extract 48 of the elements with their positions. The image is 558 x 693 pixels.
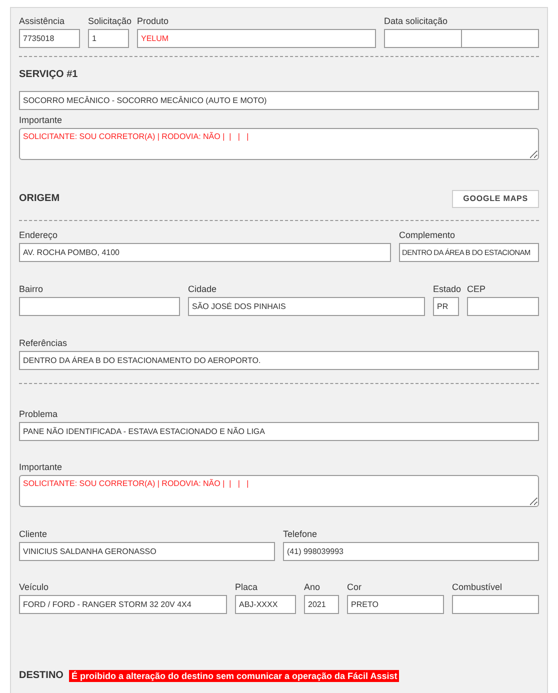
service-input[interactable]: SOCORRO MECÂNICO - SOCORRO MECÂNICO (AUTO E MOTO) [19,91,539,110]
field-label: Importante [19,115,62,126]
text-input[interactable]: YELUM [137,29,376,48]
text-input[interactable]: ABJ-XXXX [235,595,296,614]
field-label: Cidade [188,284,217,295]
field-label: Cor [347,582,362,593]
notes-textarea[interactable]: SOLICITANTE: SOU CORRETOR(A) | RODOVIA: NÃO | | | | [19,128,539,160]
field-label: Estado [433,284,462,295]
field-label: Importante [19,462,62,473]
field-label: Ano [304,582,320,593]
text-input[interactable]: VINICIUS SALDANHA GERONASSO [19,542,275,561]
notes-textarea[interactable]: SOLICITANTE: SOU CORRETOR(A) | RODOVIA: NÃO | | | | [19,475,539,507]
field-label: CEP [467,284,486,295]
text-input[interactable]: SÃO JOSÉ DOS PINHAIS [188,297,425,316]
section-title: SERVIÇO #1 [19,69,79,81]
section-title: ORIGEM [19,193,60,205]
field-label: Produto [137,16,169,27]
text-input[interactable]: AV. ROCHA POMBO, 4100 [19,243,391,262]
text-input[interactable]: DENTRO DA ÁREA B DO ESTACIONAMENTO DO AEROPORTO. [19,351,539,370]
text-input[interactable] [19,297,180,316]
field-label: Assistência [19,16,65,27]
date-input[interactable] [384,29,462,48]
field-label: Solicitação [88,16,132,27]
time-input[interactable] [462,29,539,48]
field-label: Endereço [19,230,58,241]
text-input[interactable] [467,297,539,316]
text-input[interactable]: 1 [88,29,129,48]
text-input[interactable]: FORD / FORD - RANGER STORM 32 20V 4X4 [19,595,227,614]
text-input[interactable] [452,595,539,614]
text-input[interactable]: PRETO [347,595,444,614]
text-input[interactable]: 7735018 [19,29,80,48]
google-maps-button[interactable]: GOOGLE MAPS [452,190,539,208]
text-input[interactable]: PANE NÃO IDENTIFICADA - ESTAVA ESTACIONADO E NÃO LIGA [19,422,539,441]
section-title: DESTINO [19,670,64,682]
field-label: Cliente [19,529,48,540]
text-input[interactable]: 2021 [304,595,339,614]
field-label: Data solicitação [384,16,448,27]
field-label: Problema [19,409,58,420]
warning-banner: É proibido a alteração do destino sem comunicar a operação da Fácil Assist [69,670,400,682]
text-input[interactable]: (41) 998039993 [283,542,539,561]
field-label: Telefone [283,529,318,540]
field-label: Bairro [19,284,44,295]
text-input[interactable]: PR [433,297,459,316]
field-label: Veículo [19,582,49,593]
field-label: Referências [19,338,68,349]
field-label: Combustível [452,582,502,593]
field-label: Complemento [399,230,456,241]
field-label: Placa [235,582,258,593]
